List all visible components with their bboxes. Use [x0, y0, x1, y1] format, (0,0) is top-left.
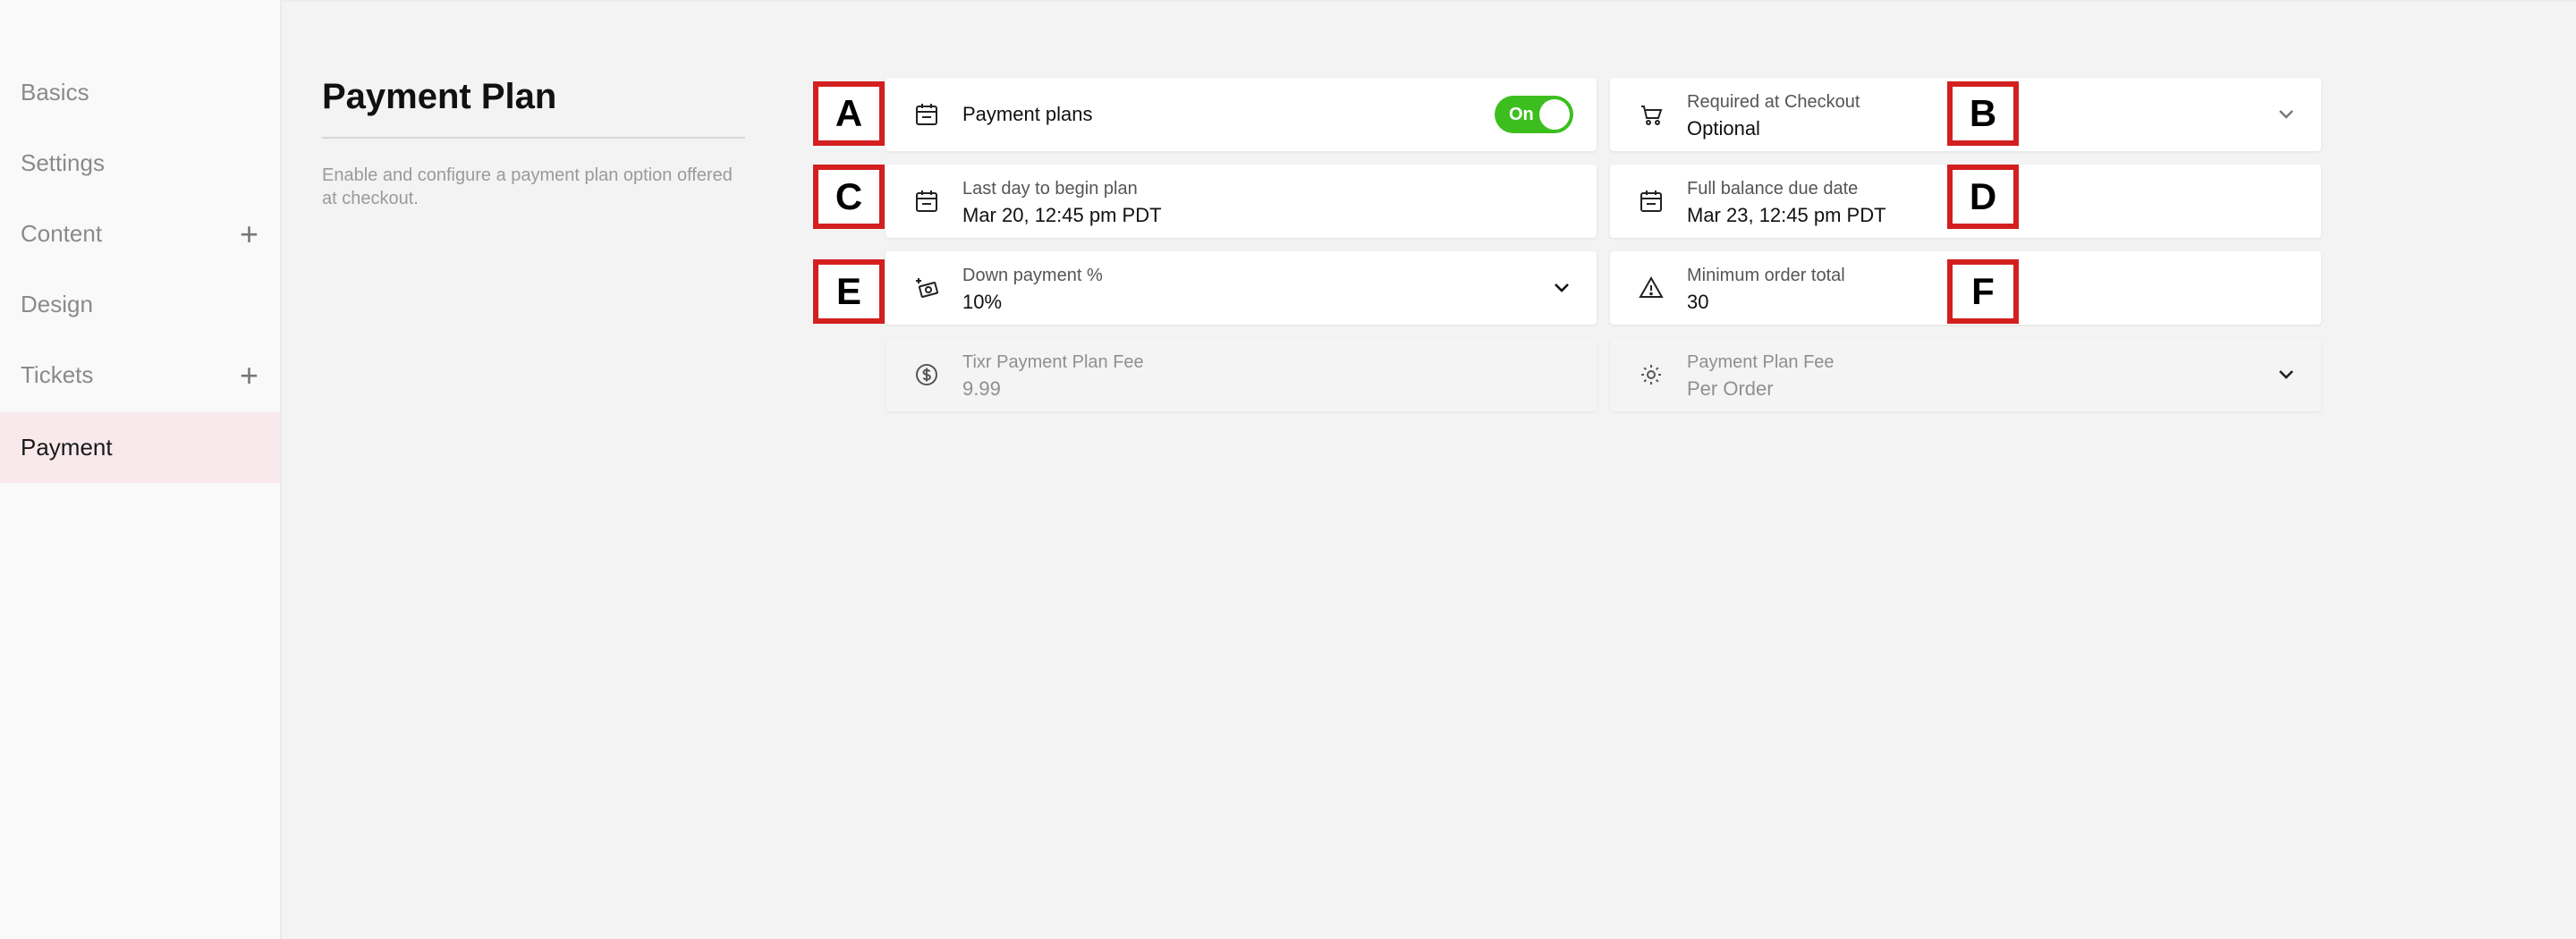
- marker-e: E: [813, 259, 885, 324]
- field-value: 10%: [962, 291, 1003, 313]
- sidebar-item-label: Payment: [21, 434, 113, 461]
- money-icon: [914, 275, 939, 300]
- gear-icon: [1639, 362, 1664, 387]
- down-payment-select[interactable]: Down payment % 10%: [886, 251, 1597, 325]
- page-description: Enable and configure a payment plan opti…: [322, 165, 733, 208]
- chevron-down-icon[interactable]: [2275, 103, 2298, 126]
- sidebar-item-design[interactable]: Design: [0, 269, 280, 340]
- sidebar-item-basics[interactable]: Basics: [0, 57, 280, 128]
- chevron-down-icon[interactable]: [2275, 363, 2298, 386]
- calendar-icon: [914, 102, 939, 127]
- page-title: Payment Plan: [322, 77, 557, 116]
- dollar-icon: [914, 362, 939, 387]
- sidebar-item-label: Content: [21, 220, 103, 247]
- field-label: Minimum order total: [1687, 266, 1845, 285]
- plus-icon[interactable]: +: [240, 359, 258, 392]
- field-label: Required at Checkout: [1687, 92, 1860, 112]
- tixr-fee-field: Tixr Payment Plan Fee 9.99: [886, 338, 1597, 411]
- field-value: Mar 20, 12:45 pm PDT: [962, 204, 1162, 226]
- plus-icon[interactable]: +: [240, 217, 258, 250]
- field-value: Per Order: [1687, 377, 1774, 400]
- sidebar-item-label: Settings: [21, 149, 105, 176]
- marker-d: D: [1947, 165, 2019, 229]
- marker-a: A: [813, 81, 885, 146]
- calendar-icon: [914, 189, 939, 214]
- field-value: Optional: [1687, 117, 1760, 140]
- field-label: Down payment %: [962, 266, 1103, 285]
- sidebar: Basics Settings Content + Design Tickets…: [0, 0, 282, 939]
- field-label: Last day to begin plan: [962, 179, 1138, 199]
- cart-icon: [1639, 102, 1664, 127]
- chevron-down-icon[interactable]: [1550, 276, 1573, 300]
- sidebar-item-label: Tickets: [21, 361, 94, 388]
- payment-plans-card: Payment plans On: [886, 78, 1597, 151]
- field-label: Tixr Payment Plan Fee: [962, 352, 1144, 372]
- payment-plans-toggle[interactable]: On: [1495, 96, 1573, 133]
- marker-b: B: [1947, 81, 2019, 146]
- field-value: Mar 23, 12:45 pm PDT: [1687, 204, 1886, 226]
- toggle-state-label: On: [1509, 105, 1534, 124]
- field-label: Payment Plan Fee: [1687, 352, 1835, 372]
- plan-fee-select[interactable]: Payment Plan Fee Per Order: [1610, 338, 2321, 411]
- sidebar-item-payment[interactable]: Payment: [0, 412, 280, 483]
- sidebar-item-label: Basics: [21, 79, 89, 106]
- field-value: 30: [1687, 291, 1709, 313]
- sidebar-item-label: Design: [21, 291, 93, 317]
- field-value: 9.99: [962, 377, 1001, 400]
- payment-plans-label: Payment plans: [962, 103, 1093, 125]
- sidebar-item-content[interactable]: Content +: [0, 199, 280, 269]
- top-divider: [282, 0, 2576, 2]
- marker-c: C: [813, 165, 885, 229]
- field-label: Full balance due date: [1687, 179, 1859, 199]
- warning-icon: [1639, 275, 1664, 300]
- sidebar-item-tickets[interactable]: Tickets +: [0, 340, 280, 410]
- marker-f: F: [1947, 259, 2019, 324]
- sidebar-item-settings[interactable]: Settings: [0, 128, 280, 199]
- title-divider: [322, 137, 745, 139]
- last-day-field[interactable]: Last day to begin plan Mar 20, 12:45 pm …: [886, 165, 1597, 238]
- toggle-knob: [1539, 99, 1570, 130]
- calendar-icon: [1639, 189, 1664, 214]
